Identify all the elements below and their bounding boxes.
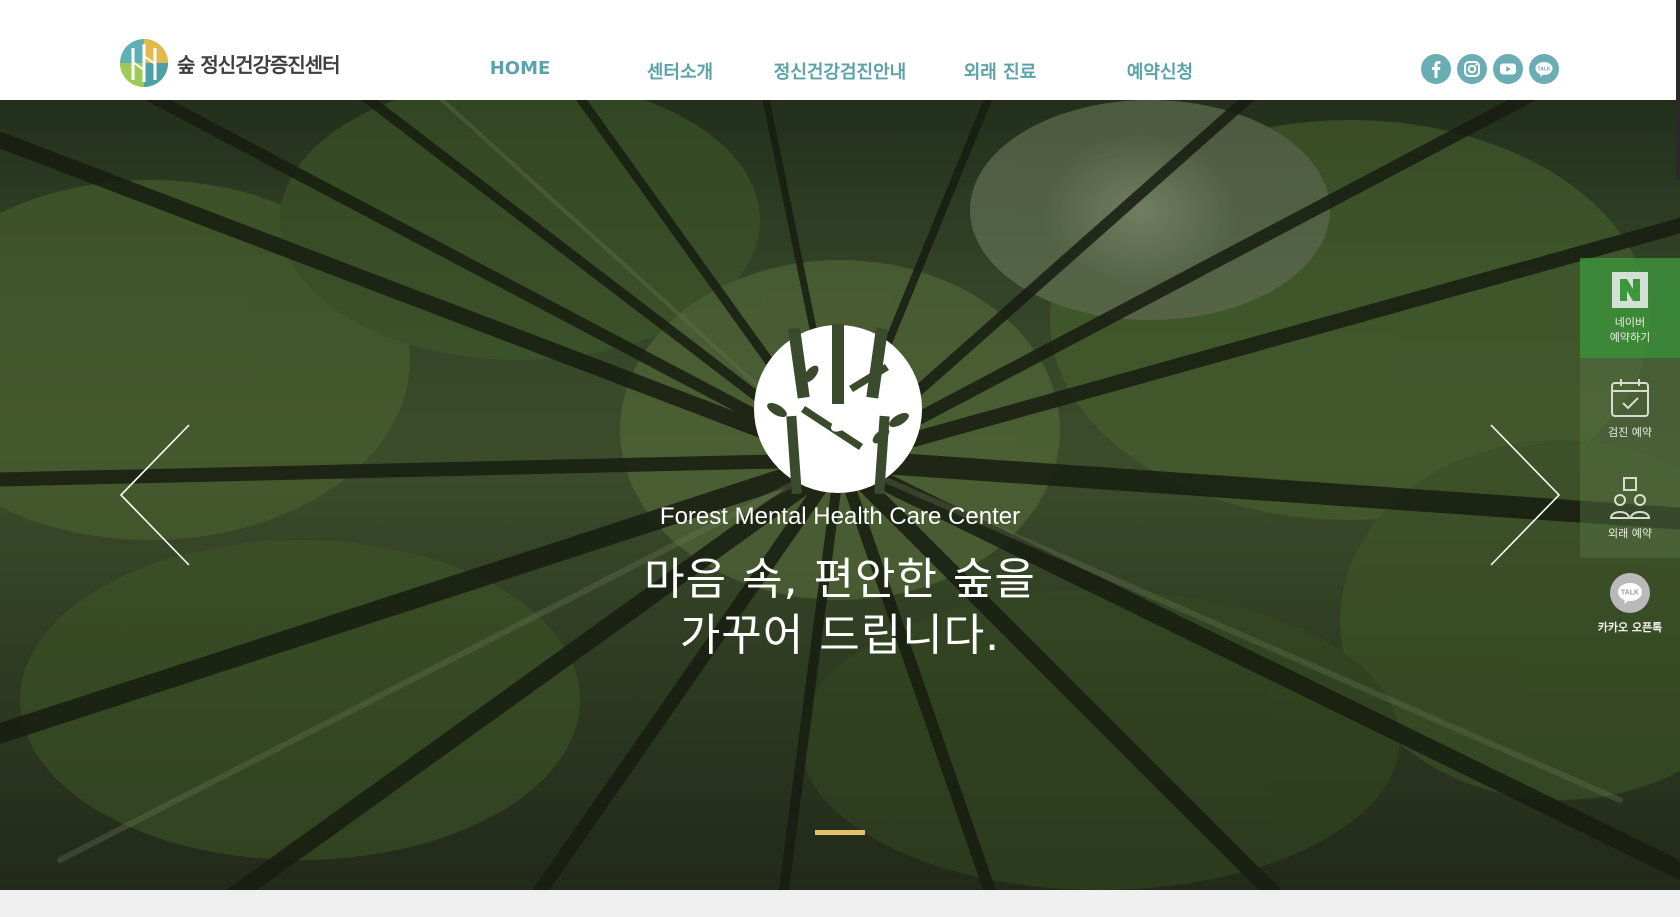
facebook-icon (1432, 61, 1441, 78)
chevron-right-icon (1490, 424, 1561, 566)
outpatient-reservation-label: 외래 예약 (1608, 526, 1652, 540)
kakao-openchat-label: 카카오 오픈톡 (1597, 621, 1663, 634)
instagram-button[interactable] (1457, 54, 1487, 84)
center-emblem-icon (754, 324, 922, 494)
quick-menu: 네이버 예약하기 검진 예약 외래 예약 TALK 카카오 오픈톡 (1580, 258, 1680, 635)
hero-slider: Forest Mental Health Care Center 마음 속, 편… (0, 100, 1680, 890)
next-section-edge (0, 890, 1680, 917)
kakao-openchat-button[interactable]: TALK 카카오 오픈톡 (1580, 572, 1680, 635)
kakaotalk-button[interactable]: TALK (1529, 54, 1559, 84)
outpatient-reservation-button[interactable]: 외래 예약 (1580, 458, 1680, 558)
naver-label-line-1: 네이버 (1614, 316, 1646, 329)
hero-title-line-1: 마음 속, 편안한 숲을 (644, 554, 1036, 605)
youtube-icon (1500, 63, 1516, 75)
kakaotalk-icon: TALK (1535, 62, 1553, 77)
checkup-reservation-button[interactable]: 검진 예약 (1580, 358, 1680, 458)
nav-checkup-guide[interactable]: 정신건강검진안내 (774, 58, 906, 84)
nav-outpatient[interactable]: 외래 진료 (964, 58, 1037, 84)
social-links: TALK (1421, 54, 1559, 84)
hero-subtitle: Forest Mental Health Care Center (659, 503, 1021, 530)
people-icon (1609, 476, 1651, 519)
kakao-talk-badge: TALK (1621, 590, 1639, 597)
calendar-check-icon (1611, 378, 1649, 417)
hero-title: 마음 속, 편안한 숲을 가꾸어 드립니다. (0, 552, 1680, 664)
nav-reservation[interactable]: 예약신청 (1127, 58, 1193, 84)
slide-indicator-active[interactable] (815, 830, 865, 835)
youtube-button[interactable] (1493, 54, 1523, 84)
kakaotalk-icon: TALK (1610, 573, 1650, 613)
nav-center-intro[interactable]: 센터소개 (647, 58, 713, 84)
slider-prev-button[interactable] (119, 424, 191, 566)
instagram-icon (1464, 61, 1480, 77)
nav-home[interactable]: HOME (490, 58, 551, 79)
site-header: 숲 정신건강증진센터 HOME 센터소개 정신건강검진안내 외래 진료 예약신청 (0, 0, 1680, 100)
naver-reservation-button[interactable]: 네이버 예약하기 (1580, 258, 1680, 358)
naver-label-line-2: 예약하기 (1609, 331, 1651, 344)
talk-badge-text: TALK (1538, 66, 1551, 72)
naver-n-icon (1612, 272, 1648, 308)
facebook-button[interactable] (1421, 54, 1451, 84)
chevron-left-icon (119, 424, 190, 566)
slider-next-button[interactable] (1489, 424, 1561, 566)
hero-dark-overlay (0, 100, 1680, 890)
naver-reservation-label: 네이버 예약하기 (1610, 315, 1650, 345)
hero-title-line-2: 가꾸어 드립니다. (679, 610, 1001, 661)
checkup-reservation-label: 검진 예약 (1608, 425, 1652, 439)
page-scrollbar[interactable] (1676, 0, 1680, 180)
